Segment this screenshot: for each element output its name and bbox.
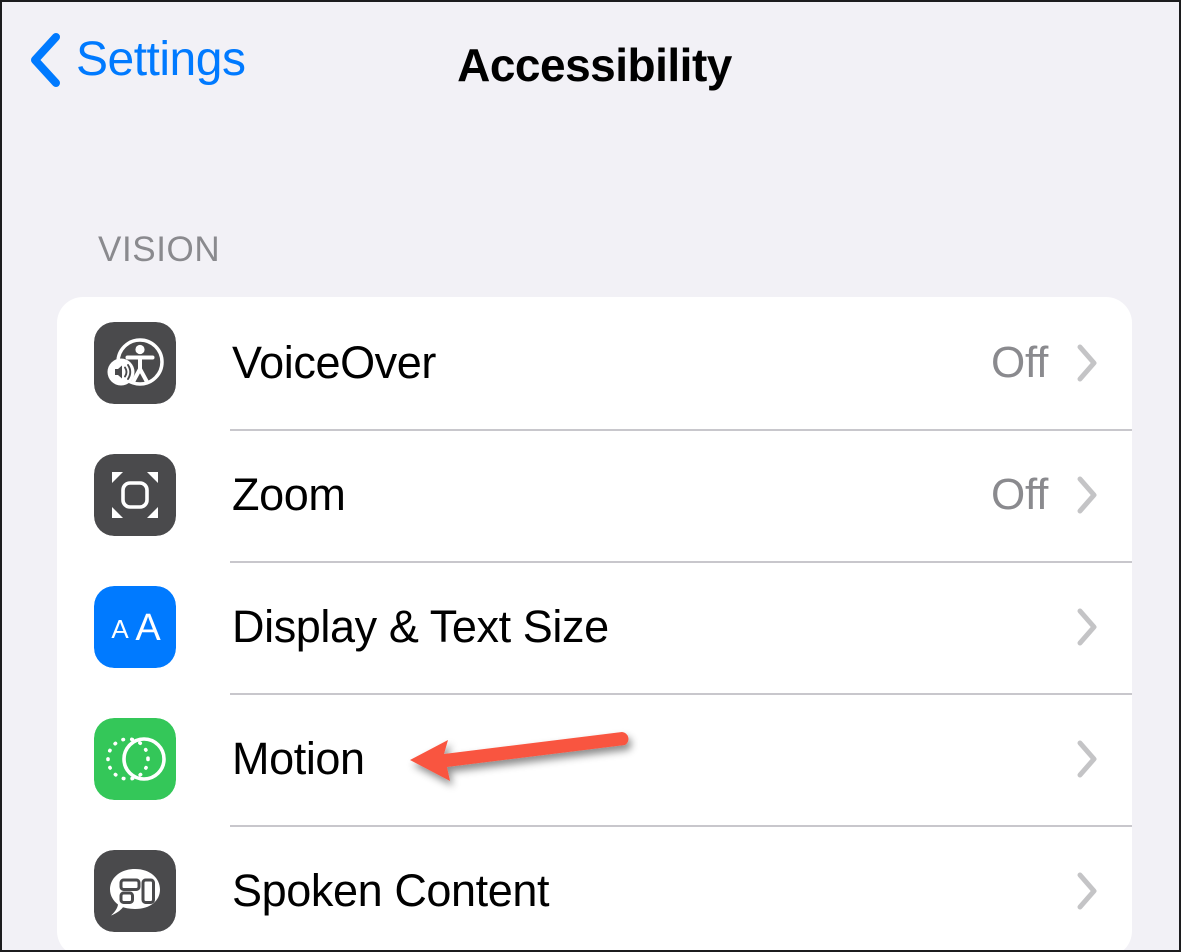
settings-row-value: Off xyxy=(991,338,1048,387)
page-title: Accessibility xyxy=(457,39,732,91)
chevron-right-icon xyxy=(1077,740,1097,778)
settings-row-display-text-size[interactable]: A A Display & Text Size xyxy=(57,561,1132,693)
settings-row-label: Spoken Content xyxy=(232,865,550,916)
settings-row-voiceover[interactable]: VoiceOver Off xyxy=(57,297,1132,429)
chevron-right-icon xyxy=(1077,608,1097,646)
chevron-right-icon xyxy=(1077,344,1097,382)
display-text-size-icon: A A xyxy=(94,586,176,668)
spoken-content-icon xyxy=(94,850,176,932)
settings-row-label: Zoom xyxy=(232,469,346,520)
svg-text:A: A xyxy=(135,607,161,649)
chevron-right-icon xyxy=(1077,872,1097,910)
ios-settings-screen: Settings Accessibility VISION VoiceOver … xyxy=(0,0,1181,952)
voiceover-icon xyxy=(94,322,176,404)
settings-row-value: Off xyxy=(991,470,1048,519)
svg-text:A: A xyxy=(111,614,129,644)
settings-row-label: Display & Text Size xyxy=(232,601,609,652)
section-header-vision: VISION xyxy=(98,230,221,269)
navigation-bar: Settings Accessibility xyxy=(2,2,1179,134)
settings-row-motion[interactable]: Motion xyxy=(57,693,1132,825)
settings-row-label: Motion xyxy=(232,733,365,784)
settings-row-spoken-content[interactable]: Spoken Content xyxy=(57,825,1132,950)
chevron-right-icon xyxy=(1077,476,1097,514)
settings-row-label: VoiceOver xyxy=(232,337,436,388)
settings-row-zoom[interactable]: Zoom Off xyxy=(57,429,1132,561)
motion-icon xyxy=(94,718,176,800)
settings-group-vision: VoiceOver Off Zoom Off A A Display & Tex… xyxy=(57,297,1132,950)
zoom-icon xyxy=(94,454,176,536)
